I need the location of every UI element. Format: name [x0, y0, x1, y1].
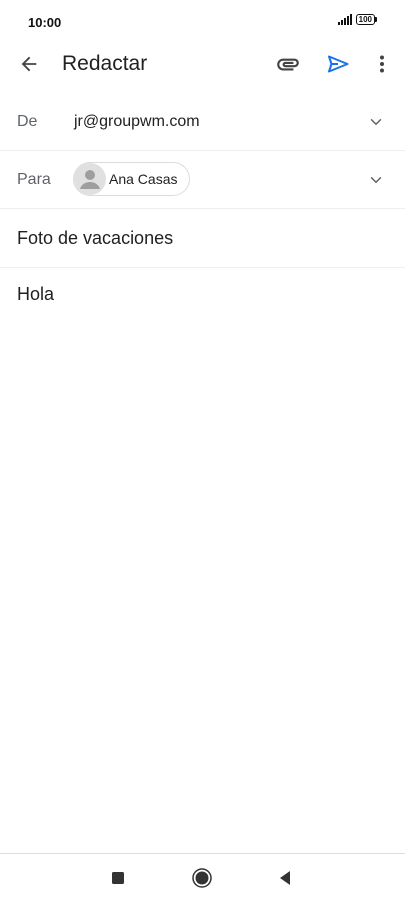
home-icon[interactable] [190, 866, 214, 890]
subject-field[interactable]: Foto de vacaciones [17, 228, 173, 249]
to-label: Para [17, 171, 51, 188]
status-time: 10:00 [28, 15, 62, 30]
avatar [74, 163, 106, 195]
more-vert-icon[interactable] [364, 46, 400, 82]
chevron-down-icon[interactable] [366, 112, 386, 132]
battery-level: 100 [355, 14, 375, 25]
attachment-icon[interactable] [270, 46, 306, 82]
subject-row[interactable]: Foto de vacaciones [0, 209, 405, 268]
chevron-down-icon[interactable] [366, 170, 386, 190]
page-title: Redactar [62, 52, 148, 75]
send-icon[interactable] [320, 46, 356, 82]
app-bar: Redactar [0, 40, 405, 88]
status-bar: 10:00 100 [0, 0, 405, 44]
recent-apps-icon[interactable] [106, 866, 130, 890]
recipient-chip[interactable]: Ana Casas [73, 162, 191, 196]
to-row[interactable]: Para Ana Casas [0, 151, 405, 209]
from-row[interactable]: De jr@groupwm.com [0, 93, 405, 151]
back-arrow-icon[interactable] [11, 46, 47, 82]
battery-icon: 100 [355, 14, 377, 25]
body-field[interactable]: Hola [17, 284, 54, 305]
recipient-name: Ana Casas [109, 171, 178, 187]
navigation-bar [0, 853, 405, 902]
status-icons: 100 [337, 14, 377, 25]
from-label: De [17, 113, 38, 130]
from-address[interactable]: jr@groupwm.com [74, 113, 200, 131]
back-icon[interactable] [273, 866, 297, 890]
signal-icon [337, 14, 352, 25]
